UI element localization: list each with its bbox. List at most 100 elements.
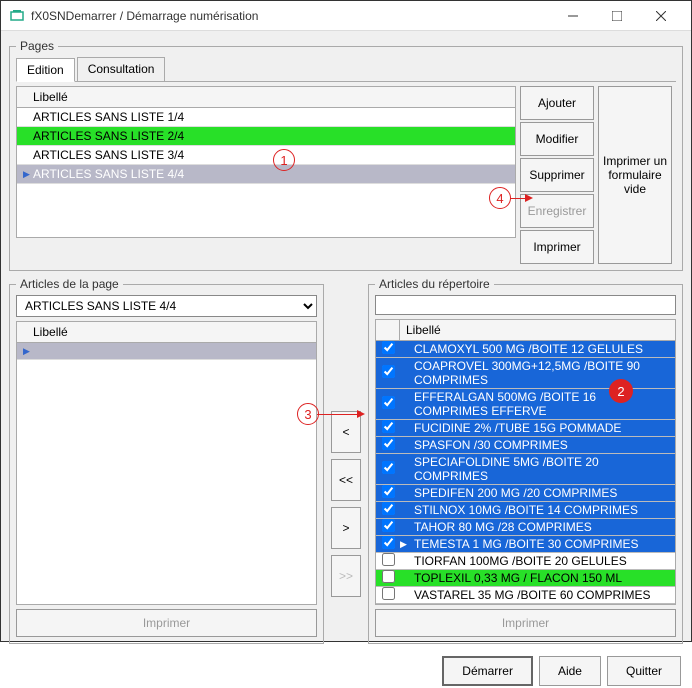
repo-row-checkbox-cell: [376, 570, 400, 586]
pages-list-header[interactable]: Libellé: [16, 86, 516, 108]
repo-row-label: FUCIDINE 2% /TUBE 15G POMMADE: [410, 420, 675, 436]
articles-repo-legend: Articles du répertoire: [375, 277, 494, 291]
articles-page-col-libelle: Libellé: [33, 325, 68, 339]
articles-repertoire-group: Articles du répertoire Libellé CLAMOXYL …: [368, 277, 683, 644]
repo-row[interactable]: STILNOX 10MG /BOITE 14 COMPRIMES: [376, 502, 675, 519]
move-all-right-button[interactable]: >>: [331, 555, 361, 597]
pages-row[interactable]: ARTICLES SANS LISTE 1/4: [17, 108, 515, 127]
repo-row-checkbox-cell: [376, 519, 400, 535]
repo-row[interactable]: SPEDIFEN 200 MG /20 COMPRIMES: [376, 485, 675, 502]
repo-row[interactable]: ▶TEMESTA 1 MG /BOITE 30 COMPRIMES: [376, 536, 675, 553]
pages-row[interactable]: ▶ARTICLES SANS LISTE 4/4: [17, 165, 515, 184]
imprimer-formulaire-vide-button[interactable]: Imprimer un formulaire vide: [598, 86, 672, 264]
tab-consultation[interactable]: Consultation: [77, 57, 166, 81]
repo-row[interactable]: TAHOR 80 MG /28 COMPRIMES: [376, 519, 675, 536]
repo-row-label: CLAMOXYL 500 MG /BOITE 12 GELULES: [410, 341, 675, 357]
repo-row[interactable]: SPASFON /30 COMPRIMES: [376, 437, 675, 454]
move-left-button[interactable]: <: [331, 411, 361, 453]
repo-row-checkbox[interactable]: [382, 536, 395, 549]
repo-row-label: COAPROVEL 300MG+12,5MG /BOITE 90 COMPRIM…: [410, 358, 675, 388]
tab-edition[interactable]: Edition: [16, 58, 75, 82]
repo-col-libelle: Libellé: [400, 320, 675, 340]
repo-row[interactable]: TIORFAN 100MG /BOITE 20 GELULES: [376, 553, 675, 570]
repo-filter-input[interactable]: [375, 295, 676, 315]
repo-row[interactable]: EFFERALGAN 500MG /BOITE 16 COMPRIMES EFF…: [376, 389, 675, 420]
repo-row[interactable]: VASTAREL 35 MG /BOITE 60 COMPRIMES: [376, 587, 675, 604]
repo-row-checkbox-cell: [376, 553, 400, 569]
articles-page-header[interactable]: Libellé: [16, 321, 317, 343]
repo-row-checkbox-cell: [376, 365, 400, 381]
repo-row-label: VASTAREL 35 MG /BOITE 60 COMPRIMES: [410, 587, 675, 603]
repo-row[interactable]: FUCIDINE 2% /TUBE 15G POMMADE: [376, 420, 675, 437]
articles-page-imprimer-button[interactable]: Imprimer: [16, 609, 317, 637]
close-button[interactable]: [639, 2, 683, 30]
articles-page-combo[interactable]: ARTICLES SANS LISTE 4/4: [16, 295, 317, 317]
repo-list-body[interactable]: CLAMOXYL 500 MG /BOITE 12 GELULESCOAPROV…: [375, 341, 676, 605]
pages-row[interactable]: ARTICLES SANS LISTE 3/4: [17, 146, 515, 165]
repo-row-checkbox[interactable]: [382, 365, 395, 378]
repo-row-checkbox[interactable]: [382, 420, 395, 433]
imprimer-button[interactable]: Imprimer: [520, 230, 594, 264]
articles-page-legend: Articles de la page: [16, 277, 123, 291]
pages-tabs: Edition Consultation: [16, 57, 676, 82]
repo-row-checkbox-cell: [376, 587, 400, 603]
repo-row-checkbox[interactable]: [382, 553, 395, 566]
repo-row-checkbox[interactable]: [382, 587, 395, 600]
repo-row-label: TAHOR 80 MG /28 COMPRIMES: [410, 519, 675, 535]
repo-row-label: EFFERALGAN 500MG /BOITE 16 COMPRIMES EFF…: [410, 389, 675, 419]
aide-button[interactable]: Aide: [539, 656, 601, 686]
repo-row-label: TOPLEXIL 0,33 MG / FLACON 150 ML: [410, 570, 675, 586]
pages-group: Pages Edition Consultation Libellé ARTIC…: [9, 39, 683, 271]
ajouter-button[interactable]: Ajouter: [520, 86, 594, 120]
repo-row-checkbox-cell: [376, 485, 400, 501]
repo-row-checkbox[interactable]: [382, 396, 395, 409]
repo-row-checkbox[interactable]: [382, 502, 395, 515]
demarrer-button[interactable]: Démarrer: [442, 656, 533, 686]
repo-row[interactable]: COAPROVEL 300MG+12,5MG /BOITE 90 COMPRIM…: [376, 358, 675, 389]
repo-row-label: STILNOX 10MG /BOITE 14 COMPRIMES: [410, 502, 675, 518]
repo-row-checkbox[interactable]: [382, 485, 395, 498]
repo-row-checkbox-cell: [376, 420, 400, 436]
repo-row-checkbox-cell: [376, 536, 400, 552]
pages-list: Libellé ARTICLES SANS LISTE 1/4ARTICLES …: [16, 86, 516, 264]
repo-row-label: TIORFAN 100MG /BOITE 20 GELULES: [410, 553, 675, 569]
pages-button-column: Ajouter Modifier Supprimer Enregistrer I…: [520, 86, 594, 264]
maximize-button[interactable]: [595, 2, 639, 30]
minimize-button[interactable]: [551, 2, 595, 30]
app-window: fX0SNDemarrer / Démarrage numérisation P…: [0, 0, 692, 642]
pages-list-body[interactable]: ARTICLES SANS LISTE 1/4 ARTICLES SANS LIS…: [16, 108, 516, 238]
repo-row-checkbox[interactable]: [382, 519, 395, 532]
enregistrer-button[interactable]: Enregistrer: [520, 194, 594, 228]
articles-page-row-current[interactable]: ▶: [17, 343, 316, 360]
move-all-left-button[interactable]: <<: [331, 459, 361, 501]
repo-row[interactable]: SPECIAFOLDINE 5MG /BOITE 20 COMPRIMES: [376, 454, 675, 485]
pages-row-label: ARTICLES SANS LISTE 1/4: [33, 110, 184, 124]
repo-header[interactable]: Libellé: [375, 319, 676, 341]
repo-row-checkbox[interactable]: [382, 461, 395, 474]
repo-row-label: SPEDIFEN 200 MG /20 COMPRIMES: [410, 485, 675, 501]
repo-row-checkbox[interactable]: [382, 437, 395, 450]
pages-row[interactable]: ARTICLES SANS LISTE 2/4: [17, 127, 515, 146]
repo-row[interactable]: CLAMOXYL 500 MG /BOITE 12 GELULES: [376, 341, 675, 358]
articles-page-body[interactable]: ▶: [16, 343, 317, 605]
repo-row-label: SPECIAFOLDINE 5MG /BOITE 20 COMPRIMES: [410, 454, 675, 484]
pages-row-label: ARTICLES SANS LISTE 3/4: [33, 148, 184, 162]
repo-row-checkbox-cell: [376, 341, 400, 357]
quitter-button[interactable]: Quitter: [607, 656, 681, 686]
pages-row-label: ARTICLES SANS LISTE 4/4: [33, 167, 184, 181]
supprimer-button[interactable]: Supprimer: [520, 158, 594, 192]
repo-row-label: SPASFON /30 COMPRIMES: [410, 437, 675, 453]
move-right-button[interactable]: >: [331, 507, 361, 549]
pages-legend: Pages: [16, 39, 58, 53]
repo-row-checkbox[interactable]: [382, 341, 395, 354]
pages-row-label: ARTICLES SANS LISTE 2/4: [33, 129, 184, 143]
modifier-button[interactable]: Modifier: [520, 122, 594, 156]
bottom-bar: Démarrer Aide Quitter: [9, 650, 683, 688]
repo-row-checkbox[interactable]: [382, 570, 395, 583]
repo-imprimer-button[interactable]: Imprimer: [375, 609, 676, 637]
repo-row-checkbox-cell: [376, 502, 400, 518]
articles-page-group: Articles de la page ARTICLES SANS LISTE …: [9, 277, 324, 644]
repo-row[interactable]: TOPLEXIL 0,33 MG / FLACON 150 ML: [376, 570, 675, 587]
row-marker-icon: ▶: [23, 169, 33, 180]
titlebar: fX0SNDemarrer / Démarrage numérisation: [1, 1, 691, 31]
